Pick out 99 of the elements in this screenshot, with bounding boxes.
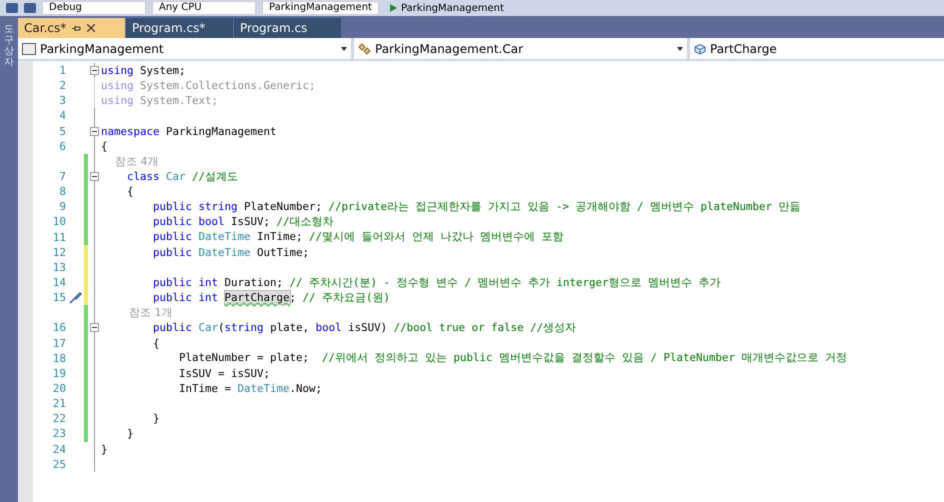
project-dropdown[interactable]: ParkingManagement [18,38,351,59]
file-tab[interactable]: Program.cs [234,18,341,38]
code-text: System.Collections.Generic; [139,79,316,92]
line-number: 19 [52,366,66,380]
keyword: public int [152,276,218,289]
code-text: plate, [269,320,310,334]
type-dropdown[interactable]: ParkingManagement.Car [354,38,687,59]
keyword: public [152,230,192,244]
line-number: 16 [52,321,66,334]
line-number: 13 [52,260,66,274]
line-number: 25 [52,458,66,471]
play-icon [388,4,397,12]
code-text: InTime = [178,382,232,396]
field-icon [694,42,706,54]
keyword: public string [152,200,238,213]
code-text: ParkingManagement [165,124,277,138]
caret-icon [341,46,347,50]
line-number: 15 [52,291,66,304]
code-text: ( [218,320,225,334]
keyword: string [224,320,264,334]
collapse-icon[interactable] [90,323,99,332]
code-text: isSUV) [347,320,388,334]
code-text: OutTime; [256,246,310,259]
file-tab[interactable]: Car.cs* [18,18,125,38]
toolbar-dropdown[interactable]: ParkingManagement [262,1,379,15]
line-number: 23 [52,427,66,440]
line-number: 18 [52,352,66,365]
pin-icon[interactable] [72,24,82,32]
code-comment: // 주차시간(분) - 정수형 변수 / 멤버변수 추가 interger형으로 멤버변수 추가 [288,276,721,289]
member-dropdown[interactable]: PartCharge [690,38,944,59]
collapse-icon[interactable] [90,172,99,182]
code-comment: //몇시에 들어와서 언제 나갔나 멤버변수에 포함 [308,230,564,244]
code-comment: // 주차요금(원) [302,290,390,304]
code-text: ; [290,290,296,304]
line-number: 17 [52,336,66,350]
line-number: 3 [59,94,66,108]
keyword: public [152,320,192,334]
type-name: Car [165,170,186,183]
code-comment: //대소형차 [276,214,334,228]
code-text: PlateNumber; [243,200,322,213]
line-number: 11 [52,230,66,244]
line-number: 8 [59,185,66,198]
run-button[interactable]: ParkingManagement [384,2,508,14]
line-number: 21 [52,397,66,410]
line-number: 10 [52,215,66,228]
line-number: 12 [52,246,66,259]
line-number: 4 [59,109,66,122]
keyword: namespace [101,124,160,138]
keyword: using [101,79,134,92]
keyword: public int [152,290,220,304]
collapse-icon[interactable] [90,66,99,76]
code-text: .Now; [290,382,322,396]
type-name: DateTime [198,246,251,259]
code-comment: //설계도 [191,170,238,183]
line-number: 6 [59,140,66,153]
code-text: { [126,185,134,198]
line-number: 2 [59,79,66,92]
code-comment: //private라는 접근제한자를 가지고 있음 -> 공개해야함 / 멤버변수 plateNumber 만듦 [328,200,801,213]
code-text: System.Text; [139,94,218,108]
file-tab[interactable]: Program.cs* [126,18,233,38]
toolbar-dropdown[interactable]: Any CPU [152,1,256,15]
code-text: } [152,412,160,426]
keyword: class [126,170,160,183]
line-number: 9 [59,200,66,214]
line-number: 1 [59,64,66,78]
highlighted-identifier: PartCharge [224,290,290,304]
collapse-icon[interactable] [90,126,99,136]
code-text: System; [139,64,186,78]
caret-icon [677,46,683,50]
keyword: using [101,94,134,108]
code-text: { [101,140,108,153]
type-name: Car [198,320,218,334]
keyword: bool [316,320,342,334]
type-name: DateTime [238,382,290,396]
code-comment: //bool true or false //생성자 [392,320,576,334]
line-number: 14 [52,276,66,290]
line-number: 20 [52,382,66,396]
close-icon[interactable] [87,24,96,32]
type-name: DateTime [198,230,251,244]
line-number: 24 [52,442,66,456]
line-number: 22 [52,412,66,426]
code-text: Duration; [224,276,284,289]
line-number: 7 [59,170,66,184]
toolbar-dropdown[interactable]: Debug [42,1,146,15]
code-text: } [101,442,108,456]
code-text: IsSUV; [230,214,270,228]
class-icon [358,42,371,54]
code-text: { [152,336,160,350]
brush-icon[interactable] [68,292,82,304]
code-text: InTime; [256,230,303,244]
keyword: public [152,246,192,259]
line-number: 5 [59,124,66,138]
code-text: PlateNumber = plate; [178,351,310,364]
keyword: public bool [152,214,225,228]
keyword: using [101,64,134,78]
code-comment: //위에서 정의하고 있는 public 멤버변수값을 결정할수 있음 / PlateNumber 매개변수값으로 거정 [321,351,848,364]
toolbox-tab[interactable]: 도구 상자 [4,24,14,502]
code-text: } [126,427,134,440]
code-text: IsSUV = isSUV; [178,366,270,380]
